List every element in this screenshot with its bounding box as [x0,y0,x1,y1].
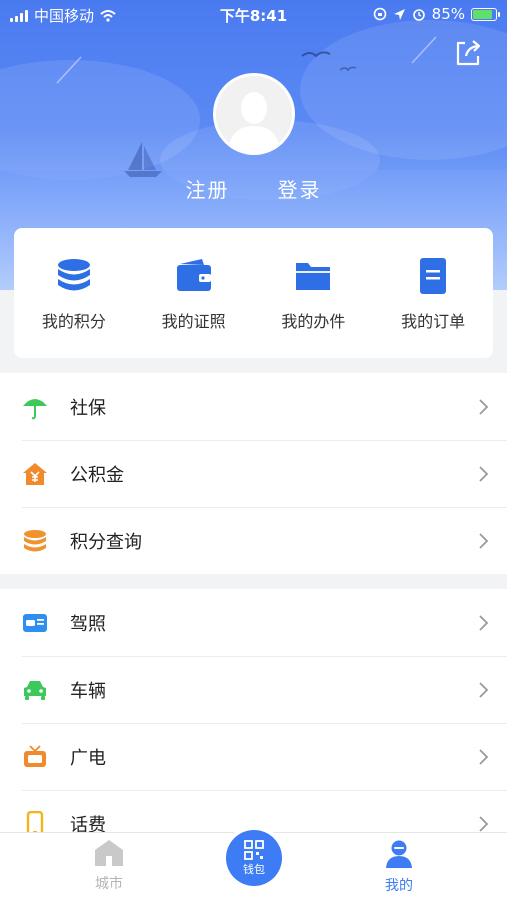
list-item-label: 车辆 [70,680,106,702]
alarm-icon [412,9,425,21]
list-item-housing-fund[interactable]: 公积金 [0,440,507,507]
service-list-1: 社保 公积金 积分查询 [0,373,507,574]
umbrella-icon [22,394,48,420]
house-yen-icon [22,461,48,487]
tab-mine[interactable]: 我的 [374,839,424,895]
chevron-right-icon [479,748,489,765]
screen-lock-icon [373,7,386,21]
coins-stack-icon [57,259,90,291]
quick-item-label: 我的订单 [401,312,466,331]
tab-label: 城市 [95,876,123,892]
quick-item-cases[interactable]: 我的办件 [258,256,368,332]
quick-item-orders[interactable]: 我的订单 [378,256,488,332]
car-icon [22,677,48,703]
share-button[interactable] [453,38,483,68]
location-icon [393,8,405,20]
battery-icon [471,7,500,21]
quick-item-licenses[interactable]: 我的证照 [139,256,249,332]
tab-city[interactable]: 城市 [84,839,134,893]
battery-percent: 85% [431,5,465,23]
list-item-label: 积分查询 [70,531,142,553]
register-link[interactable]: 注册 [186,174,230,203]
folder-icon [296,263,331,290]
chevron-right-icon [479,532,489,549]
list-item-social-security[interactable]: 社保 [0,373,507,440]
document-icon [420,258,447,294]
avatar[interactable] [213,73,295,155]
quick-actions-card: 我的积分 我的证照 我的办件 我的订单 [14,228,493,358]
wallet-label: 钱包 [243,862,265,876]
meteor-decoration [411,36,437,64]
list-item-driver-license[interactable]: 驾照 [0,589,507,656]
tab-label: 我的 [385,878,413,894]
quick-item-label: 我的办件 [281,312,346,331]
chevron-right-icon [479,398,489,415]
list-item-label: 社保 [70,397,106,419]
tv-icon [22,744,48,770]
default-avatar-icon [216,76,292,152]
list-item-label: 广电 [70,747,106,769]
qr-code-icon [244,839,264,860]
list-item-label: 驾照 [70,613,106,635]
chevron-right-icon [479,681,489,698]
service-list-2: 驾照 车辆 广电 话费 [0,589,507,857]
share-icon [456,40,481,66]
status-bar: 中国移动 下午8:41 85% [0,0,507,30]
list-item-vehicle[interactable]: 车辆 [0,656,507,723]
wallet-button[interactable]: 钱包 [226,830,282,886]
login-link[interactable]: 登录 [278,174,322,203]
quick-item-points[interactable]: 我的积分 [19,256,129,332]
list-item-label: 公积金 [70,464,124,486]
coins-icon [22,528,48,554]
tab-bar: 城市 钱包 我的 [0,830,507,900]
chevron-right-icon [479,815,489,832]
list-item-points-query[interactable]: 积分查询 [0,507,507,574]
license-card-icon [22,610,48,636]
list-item-broadcast-tv[interactable]: 广电 [0,723,507,790]
meteor-decoration [56,56,82,84]
wallet-icon [176,259,211,291]
birds-icon [301,51,357,72]
quick-item-label: 我的证照 [161,312,226,331]
chevron-right-icon [479,614,489,631]
user-profile-icon [386,840,412,868]
city-home-icon [95,840,123,866]
quick-item-label: 我的积分 [41,312,106,331]
chevron-right-icon [479,465,489,482]
auth-links: 注册 登录 [0,174,507,203]
